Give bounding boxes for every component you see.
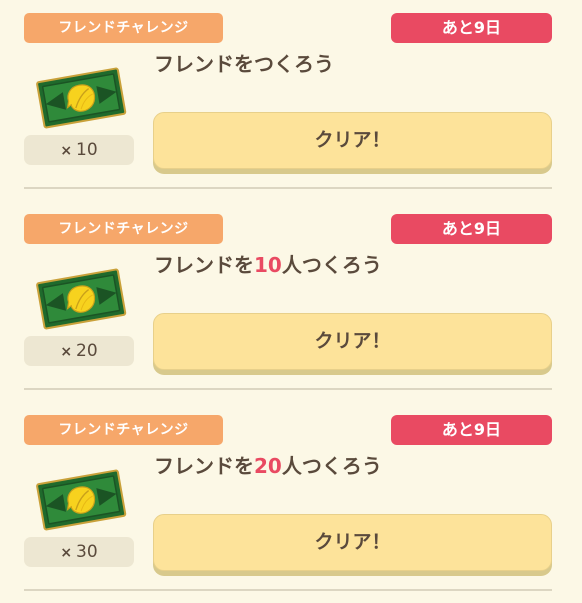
reward-quantity: × 10 <box>24 135 134 165</box>
challenge-card: フレンドチャレンジ あと9日 フレンドを10人つくろう × 20 クリア！ <box>0 201 582 402</box>
deadline-badge: あと9日 <box>391 214 552 244</box>
title-text: フレンドを <box>154 253 254 277</box>
nook-miles-ticket-icon <box>36 268 127 330</box>
challenge-card: フレンドチャレンジ あと9日 フレンドをつくろう × 10 クリア！ <box>0 0 582 201</box>
category-tag: フレンドチャレンジ <box>24 415 223 445</box>
clear-button[interactable]: クリア！ <box>153 112 552 169</box>
multiply-sign: × <box>60 545 73 561</box>
title-text: フレンドを <box>154 454 254 478</box>
nook-miles-ticket-icon <box>36 469 127 531</box>
divider <box>24 187 552 189</box>
challenge-title: フレンドを20人つくろう <box>154 450 382 479</box>
title-text: フレンドを <box>154 52 254 76</box>
reward-count: 20 <box>76 341 98 361</box>
reward-count: 10 <box>76 140 98 160</box>
category-tag: フレンドチャレンジ <box>24 214 223 244</box>
multiply-sign: × <box>60 344 73 360</box>
title-number: 20 <box>254 454 282 478</box>
deadline-badge: あと9日 <box>391 13 552 43</box>
challenge-card: フレンドチャレンジ あと9日 フレンドを20人つくろう × 30 クリア！ <box>0 402 582 603</box>
clear-button[interactable]: クリア！ <box>153 514 552 571</box>
reward-quantity: × 30 <box>24 537 134 567</box>
divider <box>24 589 552 591</box>
reward-count: 30 <box>76 542 98 562</box>
title-number: 10 <box>254 253 282 277</box>
challenge-title: フレンドを10人つくろう <box>154 249 382 278</box>
deadline-badge: あと9日 <box>391 415 552 445</box>
divider <box>24 388 552 390</box>
nook-miles-ticket-icon <box>36 67 127 129</box>
title-text-suffix: 人つくろう <box>281 454 382 478</box>
reward-quantity: × 20 <box>24 336 134 366</box>
category-tag: フレンドチャレンジ <box>24 13 223 43</box>
title-text-suffix: 人つくろう <box>281 253 382 277</box>
clear-button[interactable]: クリア！ <box>153 313 552 370</box>
challenge-title: フレンドをつくろう <box>154 48 334 77</box>
title-text-suffix: つくろう <box>254 52 334 76</box>
multiply-sign: × <box>60 143 73 159</box>
